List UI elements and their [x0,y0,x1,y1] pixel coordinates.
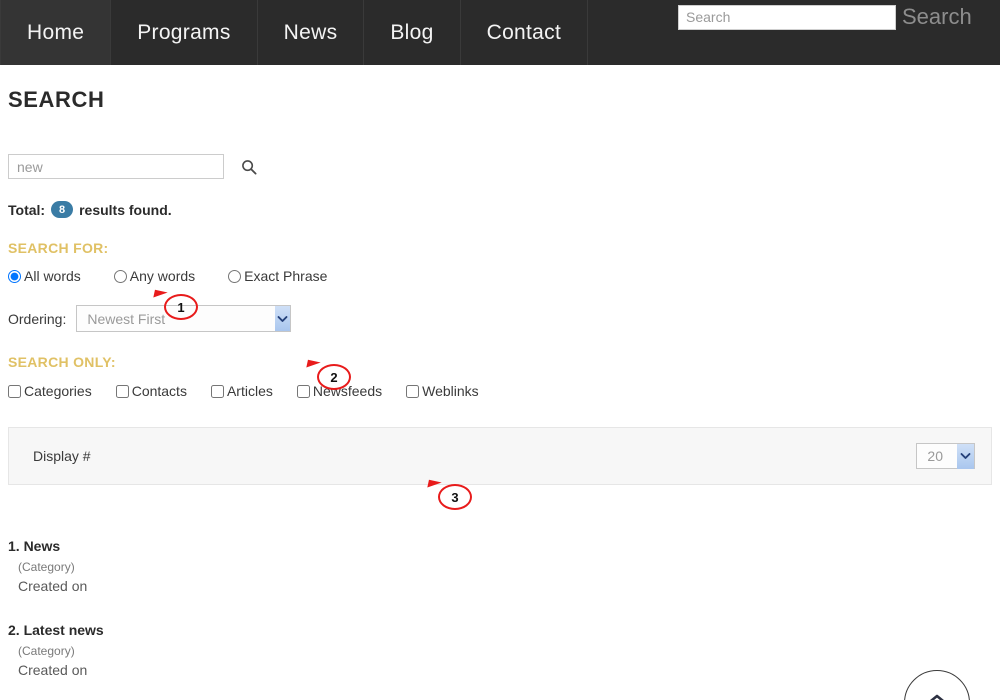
checkbox-categories-input[interactable] [8,384,21,398]
header-search-button[interactable]: Search [902,4,972,30]
nav-item-home[interactable]: Home [0,0,112,65]
display-count-value: 20 [927,448,943,464]
radio-exact-phrase[interactable]: Exact Phrase [228,269,327,283]
display-count-label: Display # [33,448,91,464]
result-created: Created on [18,578,88,594]
checkbox-categories[interactable]: Categories [8,383,92,399]
page-title: SEARCH [8,87,105,112]
checkbox-label: Contacts [131,383,187,399]
main-nav: Home Programs News Blog Contact [0,0,589,65]
chevron-up-icon [922,692,952,700]
result-item: 2. Latest news (Category) Created on [8,622,992,678]
result-item: 1. News (Category) Created on [8,538,992,594]
radio-any-words[interactable]: Any words [113,268,196,284]
radio-all-words[interactable]: All words [8,269,81,283]
radio-all-words-input[interactable] [8,269,21,283]
ordering-label: Ordering: [8,310,67,327]
nav-item-label: News [283,20,338,44]
result-type: (Category) [18,560,75,574]
checkbox-articles-input[interactable] [210,384,224,398]
main-content: SEARCH Total: 8 results found. SEARCH FO… [0,87,1000,700]
nav-item-label: Home [27,20,85,44]
checkbox-contacts[interactable]: Contacts [115,383,187,399]
search-for-heading: SEARCH FOR: [8,240,109,256]
checkbox-weblinks[interactable]: Weblinks [406,383,479,399]
nav-item-contact[interactable]: Contact [461,0,589,65]
top-navigation-bar: Home Programs News Blog Contact Search [0,0,1000,65]
search-only-heading: SEARCH ONLY: [8,354,116,370]
search-results-list: 1. News (Category) Created on 2. Latest … [8,538,992,678]
radio-label: Exact Phrase [244,268,328,284]
magnifier-icon[interactable] [240,158,258,176]
header-search-input[interactable] [678,4,896,30]
search-only-options: Categories Contacts Articles Newsfeeds W… [8,383,992,399]
display-count-panel: Display # 20 [8,427,992,485]
total-count-badge: 8 [51,201,74,218]
result-title[interactable]: 1. News [8,538,992,554]
header-search-form: Search [678,4,972,30]
checkbox-contacts-input[interactable] [115,384,129,398]
total-results-line: Total: 8 results found. [8,201,992,218]
nav-item-blog[interactable]: Blog [364,0,461,65]
checkbox-articles[interactable]: Articles [210,383,273,399]
radio-label: Any words [129,268,196,284]
annotation-marker-3: 3 [438,484,472,510]
annotation-marker-2: 2 [317,364,351,390]
search-for-options: All words Any words Exact Phrase [8,269,992,283]
radio-exact-phrase-input[interactable] [228,269,242,283]
result-title[interactable]: 2. Latest news [8,622,992,638]
checkbox-label: Articles [226,383,273,399]
result-created: Created on [18,662,88,678]
chevron-down-icon [274,306,291,331]
checkbox-label: Weblinks [422,383,479,399]
checkbox-newsfeeds-input[interactable] [296,384,310,398]
chevron-down-icon [957,443,974,469]
nav-item-label: Programs [137,20,231,44]
checkbox-label: Categories [24,383,92,399]
checkbox-weblinks-input[interactable] [406,384,420,398]
keyword-search-row [8,154,992,179]
nav-item-news[interactable]: News [258,0,365,65]
total-suffix: results found. [79,201,172,218]
nav-item-programs[interactable]: Programs [111,0,258,65]
ordering-row: Ordering: Newest First [8,305,992,332]
result-type: (Category) [18,644,75,658]
search-keyword-input[interactable] [8,154,224,179]
display-count-select[interactable]: 20 [916,443,975,469]
nav-item-label: Contact [486,20,562,44]
annotation-marker-1: 1 [164,294,198,320]
radio-any-words-input[interactable] [113,269,127,283]
nav-item-label: Blog [390,20,434,44]
radio-label: All words [24,268,81,284]
total-prefix: Total: [8,201,46,218]
